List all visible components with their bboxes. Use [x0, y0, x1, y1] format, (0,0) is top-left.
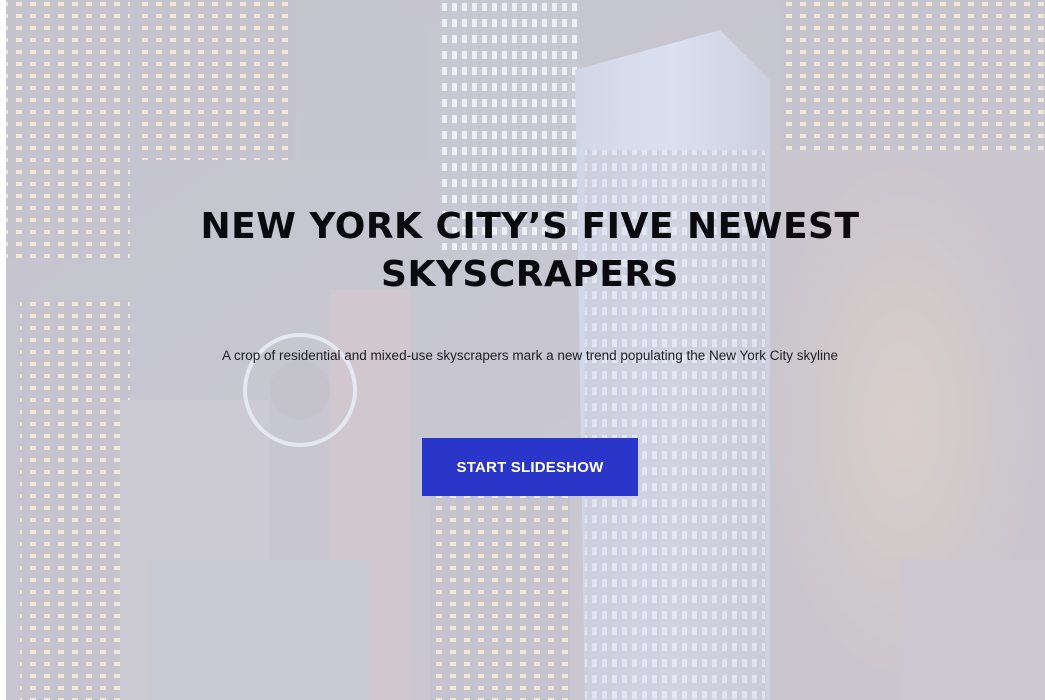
hero-content: NEW YORK CITY’S FIVE NEWEST SKYSCRAPERS … — [0, 0, 1045, 700]
page-subtitle: A crop of residential and mixed-use skys… — [221, 348, 839, 363]
page-title: NEW YORK CITY’S FIVE NEWEST SKYSCRAPERS — [200, 206, 860, 295]
start-slideshow-button[interactable]: START SLIDESHOW — [422, 438, 638, 496]
hero-section: NEW YORK CITY’S FIVE NEWEST SKYSCRAPERS … — [0, 0, 1045, 700]
